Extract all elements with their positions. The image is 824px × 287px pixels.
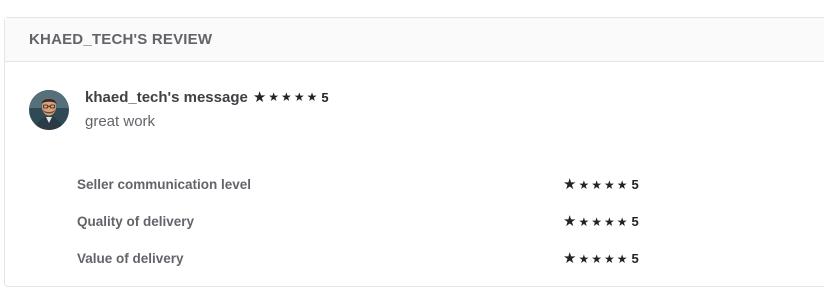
star-icon: ★ <box>281 90 292 104</box>
reviewer-message-label[interactable]: khaed_tech's message <box>85 89 248 106</box>
star-icon: ★ <box>616 214 628 229</box>
rating-stars: ★ ★ ★ ★ ★ 5 <box>563 251 639 266</box>
star-icon: ★ <box>252 88 267 106</box>
review-message-body: khaed_tech's message ★ ★ ★ ★ ★ 5 great w… <box>85 88 329 131</box>
star-icon: ★ <box>578 214 590 229</box>
star-icon: ★ <box>293 90 305 104</box>
star-icon: ★ <box>578 177 590 192</box>
star-icon: ★ <box>563 176 577 193</box>
review-card: KHAED_TECH'S REVIEW khaed_tech's message <box>4 17 824 287</box>
rating-value: 5 <box>631 214 639 229</box>
overall-rating-value: 5 <box>321 89 329 105</box>
rating-value: 5 <box>631 177 639 192</box>
rating-stars: ★ ★ ★ ★ ★ 5 <box>563 214 639 229</box>
star-icon: ★ <box>616 251 628 266</box>
review-message: khaed_tech's message ★ ★ ★ ★ ★ 5 great w… <box>29 88 329 130</box>
rating-stars: ★ ★ ★ ★ ★ 5 <box>563 177 639 192</box>
rating-value: 5 <box>631 251 639 266</box>
rating-row-communication: Seller communication level ★ ★ ★ ★ ★ 5 <box>77 166 677 203</box>
rating-label: Quality of delivery <box>77 214 195 229</box>
rating-row-quality: Quality of delivery ★ ★ ★ ★ ★ 5 <box>77 203 677 240</box>
rating-breakdown: Seller communication level ★ ★ ★ ★ ★ 5 Q… <box>77 166 677 277</box>
star-icon: ★ <box>306 90 318 104</box>
reviewer-avatar[interactable] <box>29 90 69 130</box>
star-icon: ★ <box>591 214 602 229</box>
star-icon: ★ <box>603 177 615 192</box>
overall-rating-stars: ★ ★ ★ ★ ★ 5 <box>253 90 329 105</box>
review-message-text: great work <box>85 113 156 130</box>
rating-row-value: Value of delivery ★ ★ ★ ★ ★ 5 <box>77 240 677 277</box>
star-icon: ★ <box>616 177 628 192</box>
star-icon: ★ <box>578 251 590 266</box>
star-icon: ★ <box>268 90 280 104</box>
star-icon: ★ <box>603 251 615 266</box>
star-icon: ★ <box>591 177 602 192</box>
review-title: KHAED_TECH'S REVIEW <box>29 31 213 48</box>
star-icon: ★ <box>603 214 615 229</box>
avatar-image <box>29 90 69 130</box>
review-card-header: KHAED_TECH'S REVIEW <box>5 18 824 62</box>
star-icon: ★ <box>591 251 602 266</box>
star-icon: ★ <box>563 213 577 230</box>
rating-label: Value of delivery <box>77 251 184 266</box>
review-message-header: khaed_tech's message ★ ★ ★ ★ ★ 5 <box>85 88 329 106</box>
rating-label: Seller communication level <box>77 177 252 192</box>
star-icon: ★ <box>563 250 577 267</box>
